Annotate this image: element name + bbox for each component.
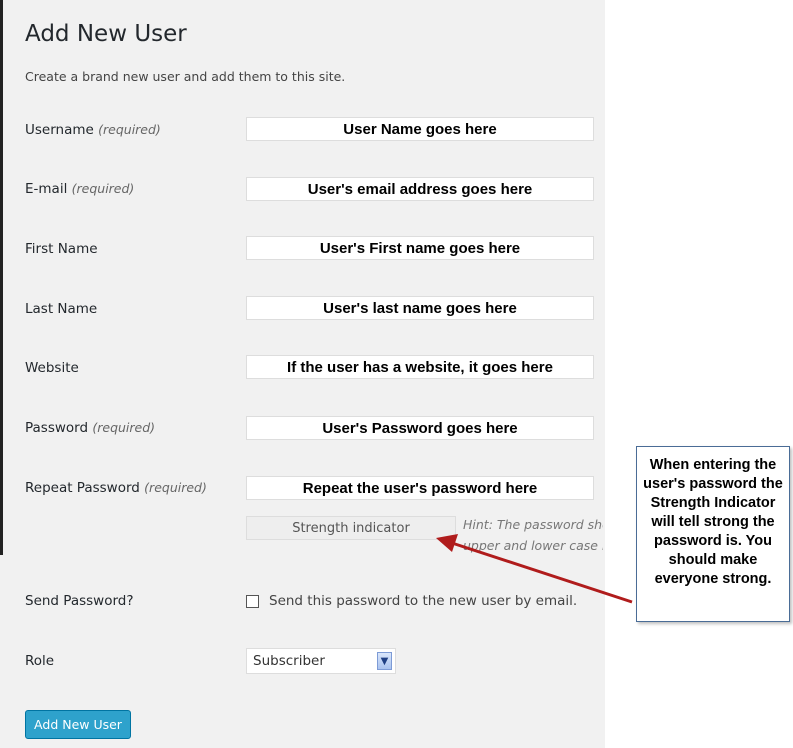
arrow-head <box>436 534 458 552</box>
arrow-line <box>451 541 633 604</box>
annotation-callout: When entering the user's password the St… <box>636 446 790 622</box>
arrow-icon <box>436 534 633 604</box>
